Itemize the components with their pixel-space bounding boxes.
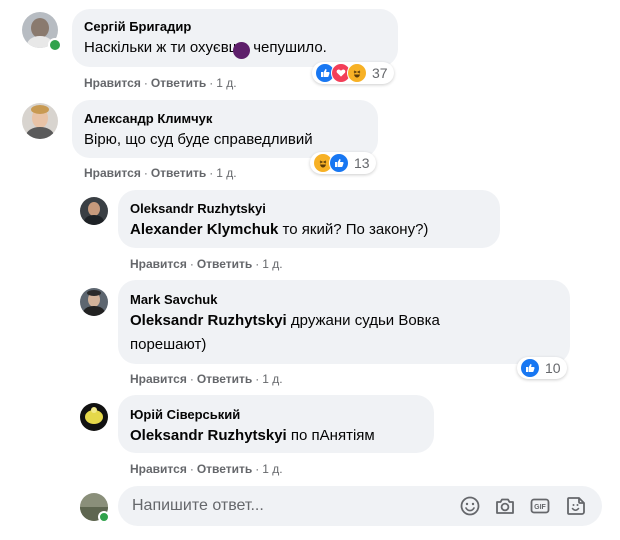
- reply-action[interactable]: Ответить: [197, 257, 252, 271]
- avatar[interactable]: [22, 103, 58, 139]
- timestamp[interactable]: 1 д.: [216, 76, 236, 90]
- reply-text-line2: порешают): [130, 336, 207, 353]
- reactions-count: 10: [545, 360, 561, 376]
- reply-action[interactable]: Ответить: [197, 372, 252, 386]
- reactions-summary[interactable]: 37: [312, 62, 394, 84]
- reply-actions: Нравится · Ответить · 1 д.: [130, 462, 283, 476]
- reply-text: Oleksandr Ruzhytskyi по пАнятіям: [130, 424, 375, 448]
- comment-actions: Нравится · Ответить · 1 д.: [84, 76, 237, 90]
- reactions-summary[interactable]: 13: [310, 152, 376, 174]
- comment-author[interactable]: Сергій Бригадир: [84, 19, 191, 34]
- reply-author[interactable]: Oleksandr Ruzhytskyi: [130, 201, 266, 216]
- emoji-icon[interactable]: [458, 494, 482, 518]
- reply-text-body: по пАнятіям: [286, 427, 375, 444]
- avatar[interactable]: [80, 403, 108, 431]
- like-action[interactable]: Нравится: [130, 462, 187, 476]
- reply-text-body: дружани судьи Вовка: [286, 312, 440, 329]
- reply-action[interactable]: Ответить: [197, 462, 252, 476]
- emoji-sticker-icon: [233, 42, 250, 59]
- mention-link[interactable]: Oleksandr Ruzhytskyi: [130, 312, 287, 329]
- reply-actions: Нравится · Ответить · 1 д.: [130, 257, 283, 271]
- avatar[interactable]: [80, 197, 108, 225]
- reply-action[interactable]: Ответить: [151, 76, 206, 90]
- camera-icon[interactable]: [493, 494, 517, 518]
- reactions-count: 37: [372, 65, 388, 81]
- sticker-icon[interactable]: [564, 494, 588, 518]
- reply-input-placeholder: Напишите ответ...: [132, 497, 264, 514]
- haha-reaction-icon: [347, 63, 367, 83]
- online-status-indicator: [98, 511, 110, 523]
- reply-author[interactable]: Mark Savchuk: [130, 292, 217, 307]
- reactions-summary[interactable]: 10: [517, 357, 567, 379]
- reply-text: Alexander Klymchuk то який? По закону?): [130, 218, 428, 242]
- reply-text: Oleksandr Ruzhytskyi дружани судьи Вовка: [130, 309, 440, 333]
- avatar[interactable]: [80, 288, 108, 316]
- like-action[interactable]: Нравится: [130, 257, 187, 271]
- reply-action[interactable]: Ответить: [151, 166, 206, 180]
- comment-text: Наскільки ж ти охуєвше чепушило.: [84, 39, 327, 56]
- comment-actions: Нравится · Ответить · 1 д.: [84, 166, 237, 180]
- timestamp[interactable]: 1 д.: [262, 257, 282, 271]
- timestamp[interactable]: 1 д.: [216, 166, 236, 180]
- mention-link[interactable]: Oleksandr Ruzhytskyi: [130, 427, 287, 444]
- timestamp[interactable]: 1 д.: [262, 462, 282, 476]
- reply-input[interactable]: Напишите ответ... GIF: [118, 486, 602, 526]
- like-reaction-icon: [520, 358, 540, 378]
- reply-text-body: то який? По закону?): [278, 221, 429, 238]
- comment-author[interactable]: Александр Климчук: [84, 111, 212, 126]
- reply-actions: Нравится · Ответить · 1 д.: [130, 372, 283, 386]
- reply-author[interactable]: Юрій Сіверський: [130, 407, 240, 422]
- like-action[interactable]: Нравится: [130, 372, 187, 386]
- comment-text: Вірю, що суд буде справедливий: [84, 131, 313, 148]
- reactions-count: 13: [354, 155, 370, 171]
- like-action[interactable]: Нравится: [84, 166, 141, 180]
- gif-icon[interactable]: GIF: [528, 494, 552, 518]
- timestamp[interactable]: 1 д.: [262, 372, 282, 386]
- like-action[interactable]: Нравится: [84, 76, 141, 90]
- like-reaction-icon: [329, 153, 349, 173]
- mention-link[interactable]: Alexander Klymchuk: [130, 221, 278, 238]
- svg-text:GIF: GIF: [534, 504, 546, 511]
- online-status-indicator: [48, 38, 62, 52]
